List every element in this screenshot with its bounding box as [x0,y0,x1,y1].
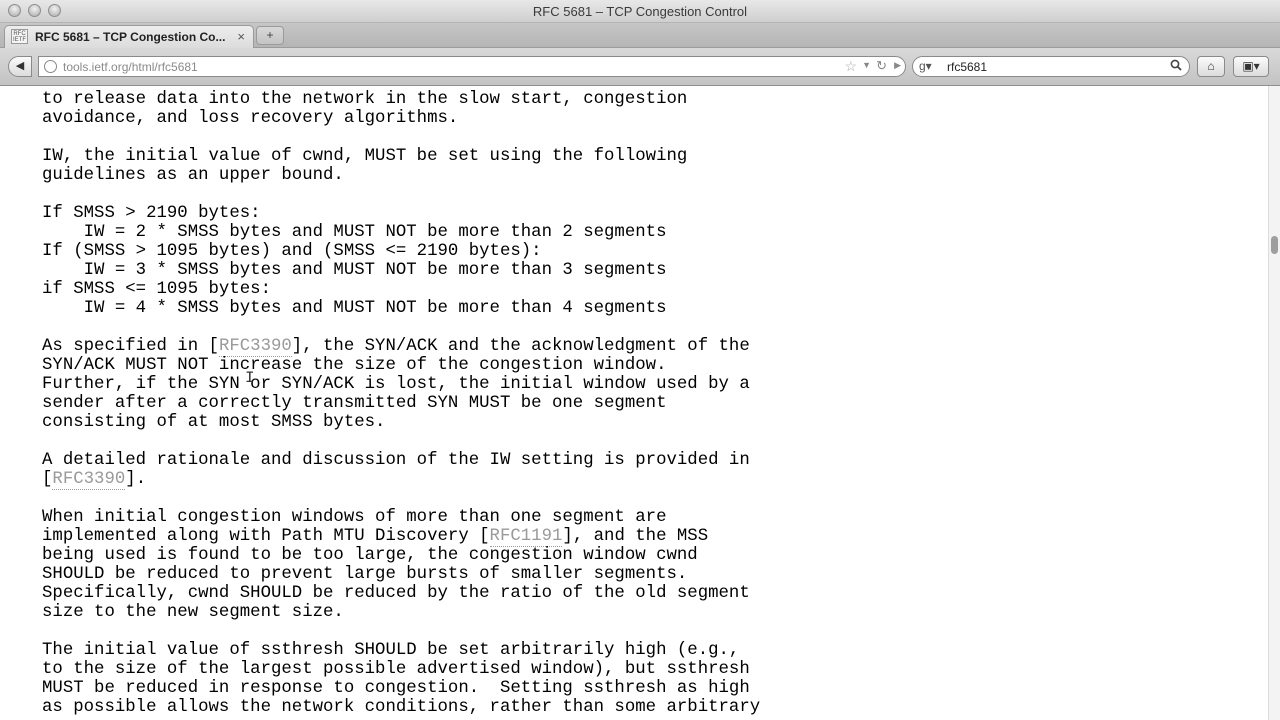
rfc3390-link[interactable]: RFC3390 [52,470,126,490]
text-line: avoidance, and loss recovery algorithms. [42,109,459,128]
ietf-favicon-icon: RFC IETF [11,29,28,44]
text-fragment: ], the SYN/ACK and the acknowledgment of… [291,337,750,356]
text-line: If SMSS > 2190 bytes: [42,204,261,223]
text-fragment: [ [42,470,53,489]
search-icon[interactable] [1170,59,1182,71]
history-dropdown-icon[interactable]: ▼ [862,60,871,70]
rfc-body-text: to release data into the network in the … [42,90,760,717]
page-content: to release data into the network in the … [0,86,1268,720]
text-line: If (SMSS > 1095 bytes) and (SMSS <= 2190… [42,242,542,261]
scrollbar-thumb[interactable] [1271,236,1278,254]
text-line: Specifically, cwnd SHOULD be reduced by … [42,584,750,603]
text-line: SYN/ACK MUST NOT increase the size of th… [42,356,667,375]
text-cursor-icon: I [245,369,255,387]
text-line: sender after a correctly transmitted SYN… [42,394,667,413]
text-line: guidelines as an upper bound. [42,166,344,185]
tab-bar: RFC IETF RFC 5681 – TCP Congestion Co...… [0,23,1280,48]
text-line: Further, if the SYN or SYN/ACK is lost, … [42,375,750,394]
tab-label: RFC 5681 – TCP Congestion Co... [35,30,226,44]
tab-rfc5681[interactable]: RFC IETF RFC 5681 – TCP Congestion Co...… [4,25,254,48]
text-line: if SMSS <= 1095 bytes: [42,280,271,299]
tools-menu-button[interactable]: ▣▾ [1233,56,1269,77]
search-bar[interactable]: g▾ rfc5681 [912,56,1190,77]
address-bar[interactable]: tools.ietf.org/html/rfc5681 ☆ ▼ ↻ ▶ [38,56,906,77]
back-arrow-icon: ◀ [15,60,25,72]
url-text[interactable]: tools.ietf.org/html/rfc5681 [63,60,198,74]
text-line: IW = 3 * SMSS bytes and MUST NOT be more… [42,261,667,280]
text-line: When initial congestion windows of more … [42,508,667,527]
text-line: to the size of the largest possible adve… [42,660,750,679]
vertical-scrollbar[interactable] [1268,86,1280,720]
reload-icon[interactable]: ↻ [876,58,887,74]
home-button[interactable]: ⌂ [1197,56,1225,77]
text-line: IW, the initial value of cwnd, MUST be s… [42,147,688,166]
text-line: The initial value of ssthresh SHOULD be … [42,641,740,660]
rfc1191-link[interactable]: RFC1191 [489,527,563,547]
text-line: size to the new segment size. [42,603,344,622]
search-input[interactable]: rfc5681 [947,60,987,74]
text-fragment: ]. [125,470,147,489]
rfc3390-link[interactable]: RFC3390 [218,337,292,357]
text-line: as possible allows the network condition… [42,698,761,717]
text-line: to release data into the network in the … [42,90,688,109]
new-tab-button[interactable]: + [256,26,284,45]
text-line: being used is found to be too large, the… [42,546,698,565]
text-line: MUST be reduced in response to congestio… [42,679,750,698]
tab-close-icon[interactable]: × [237,29,245,44]
window-titlebar: RFC 5681 – TCP Congestion Control [0,0,1280,23]
text-fragment: ], and the MSS [562,527,709,546]
site-identity-icon[interactable] [44,60,57,73]
go-arrow-icon[interactable]: ▶ [894,60,901,71]
tools-menu-icon: ▣▾ [1242,59,1260,73]
text-fragment: implemented along with Path MTU Discover… [42,527,490,546]
star-icon[interactable]: ☆ [844,58,857,75]
window-title: RFC 5681 – TCP Congestion Control [532,4,748,19]
text-line: IW = 4 * SMSS bytes and MUST NOT be more… [42,299,667,318]
home-icon: ⌂ [1207,59,1215,73]
navigation-toolbar: ◀ tools.ietf.org/html/rfc5681 ☆ ▼ ↻ ▶ g▾… [0,48,1280,86]
text-line: consisting of at most SMSS bytes. [42,413,386,432]
text-line: SHOULD be reduced to prevent large burst… [42,565,688,584]
back-button[interactable]: ◀ [8,56,32,77]
text-line: A detailed rationale and discussion of t… [42,451,750,470]
text-fragment: As specified in [ [42,337,219,356]
text-line: IW = 2 * SMSS bytes and MUST NOT be more… [42,223,667,242]
search-engine-icon[interactable]: g▾ [919,59,932,73]
